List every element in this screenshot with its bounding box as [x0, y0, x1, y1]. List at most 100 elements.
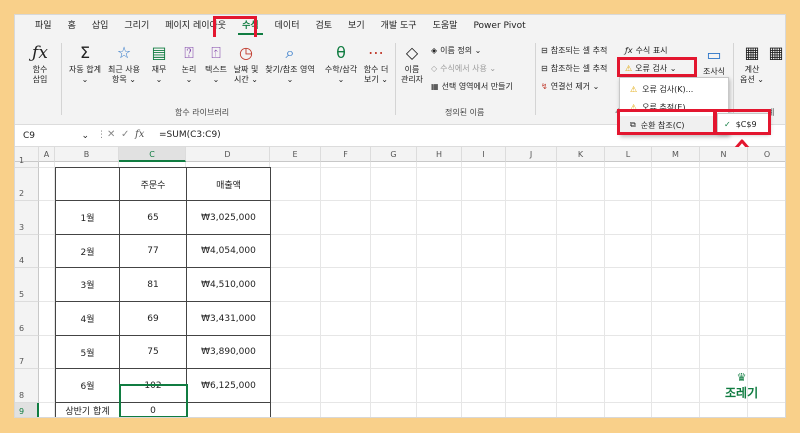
menu-home[interactable]: 홈 [60, 15, 84, 37]
circular-reference-cell-item[interactable]: ✓ $C$9 [718, 115, 768, 133]
column-header-l[interactable]: L [605, 147, 652, 162]
column-header-j[interactable]: J [506, 147, 557, 162]
table-cell-month[interactable]: 2월 [55, 234, 120, 268]
menu-file[interactable]: 파일 [27, 15, 60, 37]
row-header-4[interactable]: 4 [15, 235, 39, 268]
table-cell-orders[interactable]: 75 [119, 335, 187, 369]
lookup-button[interactable]: ⌕ 찾기/참조 영역 ⌄ [261, 43, 319, 85]
sigma-icon: Σ [79, 43, 91, 62]
row-header-2[interactable]: 2 [15, 168, 39, 201]
menu-review[interactable]: 검토 [307, 15, 340, 37]
table-total-label[interactable]: 상반기 합계 [55, 402, 120, 417]
table-cell-sales[interactable]: ₩6,125,000 [186, 368, 271, 403]
trace-dependents-button[interactable]: ⊟ 참조하는 셀 추적 [541, 63, 607, 74]
table-cell-orders[interactable]: 77 [119, 234, 187, 268]
error-check-item[interactable]: ⚠ 오류 검사(K)... [620, 80, 728, 98]
table-cell-month[interactable]: 3월 [55, 267, 120, 302]
recent-label-2: 항목 ⌄ [112, 75, 136, 84]
table-header-sales[interactable]: 매출액 [186, 167, 271, 201]
table-cell-orders[interactable]: 81 [119, 267, 187, 302]
row-header-7[interactable]: 7 [15, 336, 39, 369]
table-cell-month[interactable]: 5월 [55, 335, 120, 369]
text-button[interactable]: ⍐ 텍스트 ⌄ [201, 43, 231, 85]
table-cell-month[interactable]: 4월 [55, 301, 120, 336]
menu-page-layout[interactable]: 페이지 레이아웃 [157, 15, 234, 37]
datetime-label: 날짜 및 [233, 65, 259, 74]
column-header-f[interactable]: F [321, 147, 371, 162]
financial-button[interactable]: ▤ 재무 ⌄ [145, 43, 173, 85]
table-total-value[interactable]: 0 [119, 402, 187, 417]
row-header-3[interactable]: 3 [15, 201, 39, 235]
column-header-a[interactable]: A [39, 147, 55, 162]
table-cell-sales[interactable]: ₩4,054,000 [186, 234, 271, 268]
error-checking-button[interactable]: ⚠ 오류 검사 ⌄ [625, 63, 676, 74]
circular-reference-item[interactable]: ⧉순환 참조(C)› [620, 116, 728, 134]
formula-input[interactable]: =SUM(C3:C9) [159, 130, 221, 140]
autosum-button[interactable]: Σ 자동 합계 ⌄ [65, 43, 105, 85]
define-name-button[interactable]: ◈ 이름 정의 ⌄ [431, 45, 481, 56]
table-cell-sales[interactable]: ₩3,025,000 [186, 200, 271, 235]
trace-precedents-button[interactable]: ⊟ 참조되는 셀 추적 [541, 45, 607, 56]
column-header-b[interactable]: B [55, 147, 119, 162]
watch-window-button[interactable]: ▭ 조사식 [699, 45, 729, 77]
datetime-button[interactable]: ◷ 날짜 및 시간 ⌄ [231, 43, 261, 85]
menu-insert[interactable]: 삽입 [84, 15, 117, 37]
table-cell-month[interactable]: 1월 [55, 200, 120, 235]
worksheet-grid[interactable]: ABCDEFGHIJKLMNO 123456789 주문수매출액1월65₩3,0… [15, 147, 785, 417]
show-formulas-button[interactable]: ƒx 수식 표시 [625, 45, 668, 56]
table-cell-orders[interactable]: 102 [119, 368, 187, 403]
logical-button[interactable]: ⍰ 논리 ⌄ [175, 43, 203, 85]
column-header-c[interactable]: C [119, 147, 186, 162]
row-header-5[interactable]: 5 [15, 268, 39, 302]
use-in-formula-button[interactable]: ◇ 수식에서 사용 ⌄ [431, 63, 496, 74]
table-header-blank[interactable] [55, 167, 120, 201]
table-cell-sales[interactable]: ₩3,890,000 [186, 335, 271, 369]
table-cell-month[interactable]: 6월 [55, 368, 120, 403]
trace-error-item[interactable]: ⚠ 오류 추적(E) [620, 98, 728, 116]
column-header-i[interactable]: I [462, 147, 506, 162]
enter-icon[interactable]: ✓ [121, 129, 129, 140]
name-box[interactable]: C9 ⌄ [19, 128, 93, 144]
column-header-k[interactable]: K [557, 147, 605, 162]
table-total-sales[interactable] [186, 402, 271, 417]
table-cell-orders[interactable]: 65 [119, 200, 187, 235]
recent-functions-button[interactable]: ☆ 최근 사용 항목 ⌄ [105, 43, 143, 85]
table-header-orders[interactable]: 주문수 [119, 167, 187, 201]
row-header-8[interactable]: 8 [15, 369, 39, 403]
datetime-label-2: 시간 ⌄ [234, 75, 258, 84]
circular-reference-icon: ⧉ [630, 120, 636, 129]
more-functions-button[interactable]: ⋯ 함수 더 보기 ⌄ [363, 43, 389, 85]
menu-data[interactable]: 데이터 [267, 15, 308, 37]
text-label: 텍스트 [204, 65, 228, 74]
create-from-selection-button[interactable]: ▦ 선택 영역에서 만들기 [431, 81, 513, 92]
menu-formulas[interactable]: 수식 [234, 15, 267, 37]
menu-developer[interactable]: 개발 도구 [373, 15, 425, 37]
menu-view[interactable]: 보기 [340, 15, 373, 37]
name-manager-button[interactable]: ◇ 이름 관리자 [399, 43, 425, 85]
column-header-m[interactable]: M [652, 147, 700, 162]
watermark: ♛ 조레기 [725, 371, 758, 401]
row-header-6[interactable]: 6 [15, 302, 39, 336]
column-header-h[interactable]: H [417, 147, 462, 162]
cancel-icon[interactable]: ✕ [107, 129, 115, 140]
column-header-n[interactable]: N [700, 147, 748, 162]
table-cell-orders[interactable]: 69 [119, 301, 187, 336]
menu-help[interactable]: 도움말 [425, 15, 466, 37]
column-header-g[interactable]: G [371, 147, 417, 162]
menu-power-pivot[interactable]: Power Pivot [465, 15, 533, 37]
column-header-o[interactable]: O [748, 147, 785, 162]
calc-now-button[interactable]: ▦ [767, 43, 785, 65]
row-header-9[interactable]: 9 [15, 403, 39, 417]
remove-arrows-button[interactable]: ↯ 연결선 제거 ⌄ [541, 81, 599, 92]
table-cell-sales[interactable]: ₩3,431,000 [186, 301, 271, 336]
insert-function-icon[interactable]: fx [135, 129, 144, 140]
column-header-d[interactable]: D [186, 147, 270, 162]
table-cell-sales[interactable]: ₩4,510,000 [186, 267, 271, 302]
tag-icon: ◇ [405, 43, 419, 62]
financial-icon: ▤ [151, 43, 167, 62]
math-trig-button[interactable]: θ 수학/삼각 ⌄ [319, 43, 363, 85]
menu-draw[interactable]: 그리기 [116, 15, 157, 37]
calc-options-button[interactable]: ▦ 계산 옵션 ⌄ [739, 43, 765, 85]
column-header-e[interactable]: E [270, 147, 321, 162]
insert-function-button[interactable]: ƒx 함수 삽입 [25, 43, 55, 85]
